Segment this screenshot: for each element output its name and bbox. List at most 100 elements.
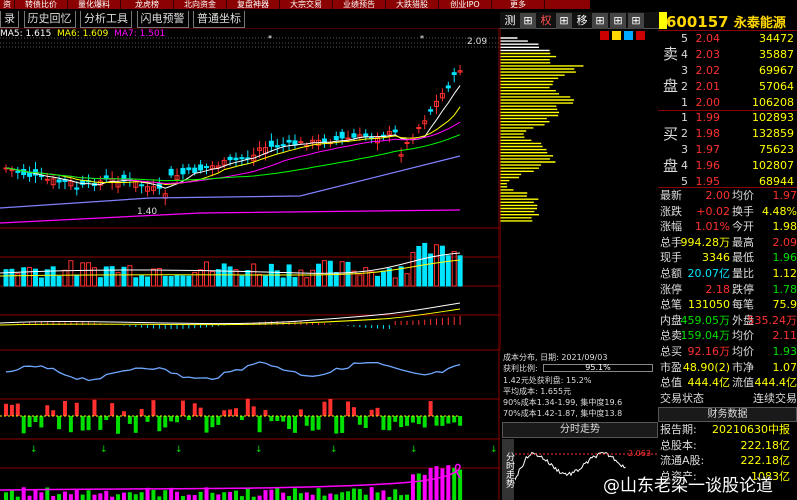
tab-0[interactable]: 录 bbox=[0, 11, 19, 28]
signal-bar bbox=[310, 416, 315, 431]
ask-row-3: 3 2.02 69967 bbox=[660, 63, 797, 79]
bid-row-3: 3 1.97 75623 bbox=[660, 142, 797, 158]
bottom-bar bbox=[245, 488, 250, 500]
chip-distribution-chart bbox=[500, 28, 584, 350]
flag-yellow-icon[interactable] bbox=[612, 31, 621, 40]
signal-bar bbox=[322, 401, 327, 416]
bottom-bar bbox=[316, 488, 321, 500]
tab-grid-2[interactable]: ⊞ bbox=[556, 13, 572, 29]
volume-bar bbox=[439, 245, 445, 287]
quote-row: 内盘 459.05万 外盘 535.24万 bbox=[658, 313, 797, 329]
chip-line-5: 70%成本1.42-1.87, 集中度13.8 bbox=[503, 409, 623, 418]
signal-bar bbox=[251, 406, 256, 416]
bottom-bar bbox=[440, 468, 445, 500]
financial-data-title[interactable]: 财务数据 bbox=[658, 407, 797, 422]
quote-value-2: 1.97 bbox=[772, 189, 797, 202]
flag-red2-icon[interactable] bbox=[636, 31, 645, 40]
intraday-vertical-tab[interactable]: 分时走势 bbox=[502, 439, 514, 500]
bottom-bar bbox=[346, 491, 351, 500]
bottom-bar bbox=[62, 491, 67, 500]
candle-body bbox=[298, 141, 304, 144]
tab-normal-axis[interactable]: 普通坐标 bbox=[193, 11, 245, 28]
top-menu-item[interactable]: 资 bbox=[0, 0, 15, 9]
tab-grid-5[interactable]: ⊞ bbox=[628, 13, 644, 29]
signal-bar bbox=[434, 416, 439, 426]
bottom-bar bbox=[180, 495, 185, 500]
volume-bar bbox=[3, 269, 9, 287]
tab-move[interactable]: 移 bbox=[574, 13, 590, 29]
volume-bar bbox=[44, 269, 50, 287]
fin-value: 222.18亿 bbox=[740, 454, 791, 467]
signal-bar bbox=[222, 410, 227, 416]
signal-bar bbox=[239, 416, 244, 421]
quote-row: 最新 2.00 均价 1.97 bbox=[658, 188, 797, 204]
top-menu-item[interactable]: 创业IPO bbox=[439, 0, 492, 9]
signal-bar bbox=[369, 409, 374, 416]
top-menu-item[interactable]: 龙虎榜 bbox=[121, 0, 174, 9]
stock-name: 永泰能源 bbox=[733, 16, 786, 31]
volume-bar bbox=[245, 269, 251, 287]
bottom-bar bbox=[228, 491, 233, 500]
signal-bar bbox=[334, 416, 339, 434]
bottom-bar bbox=[39, 492, 44, 500]
top-menu-item[interactable]: 转债比价 bbox=[15, 0, 68, 9]
top-menu-item[interactable]: 北向资金 bbox=[174, 0, 227, 9]
top-menu-item[interactable]: 更多 bbox=[492, 0, 545, 9]
fin-value: 20210630中报 bbox=[712, 423, 790, 436]
tab-history[interactable]: 历史回忆 bbox=[23, 11, 76, 28]
tab-measure[interactable]: 测 bbox=[502, 13, 518, 29]
trade-status-value: 连续交易 bbox=[753, 392, 797, 405]
volume-bar bbox=[428, 253, 434, 287]
tab-flash-alert[interactable]: 闪电预警 bbox=[136, 11, 189, 28]
star-marker: * bbox=[268, 34, 272, 43]
top-menu-item[interactable]: 大宗交易 bbox=[280, 0, 333, 9]
tab-grid-1[interactable]: ⊞ bbox=[520, 13, 536, 29]
kline-chart[interactable]: * * ↓ ↓ ↓ ↓ ↓ ↓ ↓ 2.09 1.40 bbox=[0, 28, 500, 500]
bottom-bar bbox=[163, 490, 168, 500]
top-menu-item[interactable]: 量化爆料 bbox=[68, 0, 121, 9]
signal-bar bbox=[104, 416, 109, 421]
fin-row: 总股本: 222.18亿 bbox=[658, 438, 797, 453]
quote-row: 市盈 48.90(2) 市净 1.07 bbox=[658, 360, 797, 376]
bottom-bar bbox=[222, 492, 227, 500]
tab-analysis-tools[interactable]: 分析工具 bbox=[80, 11, 132, 28]
chip-line-4: 90%成本1.34-1.99, 集中度19.6 bbox=[503, 398, 623, 407]
bottom-bar bbox=[257, 495, 262, 500]
bottom-bar bbox=[375, 492, 380, 500]
signal-bar bbox=[169, 416, 174, 422]
candle-body bbox=[15, 170, 21, 173]
bottom-bar bbox=[275, 487, 280, 500]
signal-bar bbox=[27, 416, 32, 428]
signal-bar bbox=[328, 398, 333, 416]
signal-bar bbox=[68, 416, 73, 433]
signal-bar bbox=[422, 416, 427, 428]
volume-bar bbox=[209, 271, 215, 287]
tab-power[interactable]: 权 bbox=[538, 13, 554, 29]
tab-grid-3[interactable]: ⊞ bbox=[592, 13, 608, 29]
signal-bar bbox=[80, 416, 85, 431]
signal-bar bbox=[92, 399, 97, 416]
high-price-label: 2.09 bbox=[467, 37, 487, 47]
quote-value-2: 1.07 bbox=[772, 360, 797, 374]
bottom-bar bbox=[121, 492, 126, 500]
quote-row: 现手 3346 最低 1.96 bbox=[658, 250, 797, 266]
top-menu-item[interactable]: 业绩预告 bbox=[333, 0, 386, 9]
signal-bar bbox=[275, 416, 280, 421]
top-menu-item[interactable]: 复盘神器 bbox=[227, 0, 280, 9]
quote-value-2: 1.93 bbox=[772, 345, 797, 358]
signal-bar bbox=[145, 416, 150, 422]
flag-blue-icon[interactable] bbox=[624, 31, 633, 40]
flag-red-icon[interactable] bbox=[600, 31, 609, 40]
arrow-marker: ↓ bbox=[175, 445, 183, 455]
bottom-bar bbox=[33, 489, 38, 500]
top-menu-item[interactable]: 大跌猎股 bbox=[386, 0, 439, 9]
intraday-title[interactable]: 分时走势 bbox=[502, 422, 658, 438]
fin-row: 流通A股: 222.18亿 bbox=[658, 453, 797, 468]
tab-grid-4[interactable]: ⊞ bbox=[610, 13, 626, 29]
volume-bar bbox=[392, 277, 398, 287]
bottom-bar bbox=[298, 493, 303, 500]
ask-row-5: 5 2.04 34472 bbox=[660, 31, 797, 47]
quote-value-2: 535.24万 bbox=[747, 313, 797, 327]
signal-bar bbox=[4, 403, 8, 416]
signal-bar bbox=[175, 416, 180, 423]
